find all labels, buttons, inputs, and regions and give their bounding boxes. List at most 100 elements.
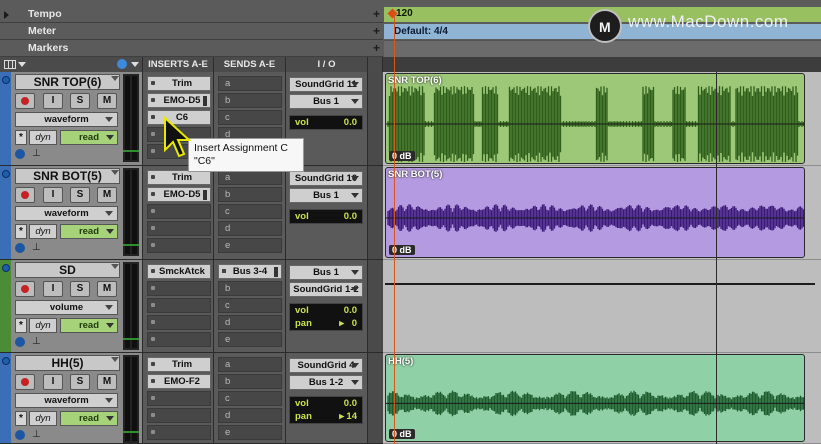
- send-slot[interactable]: d: [218, 315, 282, 330]
- send-slot[interactable]: b: [218, 281, 282, 296]
- insert-slot[interactable]: EMO-F2: [147, 374, 211, 389]
- ruler-row-meter[interactable]: Meter +: [0, 23, 383, 40]
- clip-gain[interactable]: 0 dB: [389, 245, 415, 255]
- pin-icon[interactable]: ⊥: [32, 242, 41, 253]
- insert-slot[interactable]: [147, 298, 211, 313]
- insert-bypass-icon[interactable]: [151, 413, 155, 417]
- solo-button[interactable]: S: [70, 281, 90, 297]
- volume-pan-display[interactable]: vol 0.0 pan ▸ 0: [289, 303, 363, 331]
- mute-button[interactable]: M: [97, 281, 117, 297]
- send-slot[interactable]: a: [218, 170, 282, 185]
- send-slot[interactable]: e: [218, 425, 282, 440]
- track-lane[interactable]: [383, 260, 821, 353]
- send-slot[interactable]: c: [218, 204, 282, 219]
- insert-slot[interactable]: EMO-D5: [147, 187, 211, 202]
- input-monitor-button[interactable]: I: [43, 93, 63, 109]
- track-view-selector[interactable]: waveform: [15, 393, 118, 408]
- track-lane[interactable]: HH(5) 0 dB: [383, 353, 821, 444]
- dyn-button[interactable]: dyn: [29, 130, 57, 145]
- output-selector[interactable]: Bus 1: [289, 94, 363, 109]
- automation-line[interactable]: [385, 283, 815, 285]
- insert-bypass-icon[interactable]: [151, 269, 155, 273]
- input-selector[interactable]: SoundGrid 11: [289, 77, 363, 92]
- send-slot[interactable]: e: [218, 238, 282, 253]
- track-options-icon[interactable]: [2, 264, 10, 272]
- pan-readout[interactable]: pan ▸ 14: [290, 410, 362, 423]
- star-icon[interactable]: *: [15, 318, 27, 333]
- track-view-selector[interactable]: waveform: [15, 112, 118, 127]
- insert-bypass-icon[interactable]: [151, 243, 155, 247]
- insert-slot[interactable]: [147, 281, 211, 296]
- input-selector[interactable]: Bus 1: [289, 265, 363, 280]
- solo-button[interactable]: S: [70, 374, 90, 390]
- pin-icon[interactable]: ⊥: [32, 148, 41, 159]
- volume-readout[interactable]: vol 0.0: [290, 397, 362, 410]
- send-slot[interactable]: d: [218, 408, 282, 423]
- insert-slot[interactable]: Trim: [147, 170, 211, 185]
- track-lane[interactable]: SNR TOP(6) 0 dB: [383, 72, 821, 166]
- insert-slot[interactable]: SmckAtck: [147, 264, 211, 279]
- send-slot[interactable]: b: [218, 374, 282, 389]
- insert-slot[interactable]: [147, 221, 211, 236]
- automation-mode-selector[interactable]: read: [60, 411, 118, 426]
- chevron-down-icon[interactable]: [111, 170, 119, 175]
- volume-pan-display[interactable]: vol 0.0: [289, 209, 363, 224]
- ruler-row-tempo[interactable]: Tempo +: [0, 6, 383, 23]
- automation-mode-selector[interactable]: read: [60, 130, 118, 145]
- insert-slot[interactable]: [147, 315, 211, 330]
- track-view-selector[interactable]: volume: [15, 300, 118, 315]
- input-monitor-button[interactable]: I: [43, 187, 63, 203]
- insert-bypass-icon[interactable]: [151, 396, 155, 400]
- insert-slot[interactable]: [147, 238, 211, 253]
- send-slot[interactable]: b: [218, 187, 282, 202]
- volume-readout[interactable]: vol 0.0: [290, 116, 362, 129]
- pin-icon[interactable]: ⊥: [32, 429, 41, 440]
- mute-button[interactable]: M: [97, 93, 117, 109]
- insert-bypass-icon[interactable]: [151, 362, 155, 366]
- insert-bypass-icon[interactable]: [151, 175, 155, 179]
- timebase-icon[interactable]: [15, 243, 25, 253]
- insert-slot[interactable]: Trim: [147, 357, 211, 372]
- track-view-selector[interactable]: waveform: [15, 206, 118, 221]
- ruler-timeline[interactable]: 120 Default: 4/4 M www.MacDown.com: [383, 0, 821, 57]
- audio-clip[interactable]: HH(5) 0 dB: [385, 354, 805, 442]
- volume-readout[interactable]: vol 0.0: [290, 304, 362, 317]
- chevron-down-icon[interactable]: [18, 62, 26, 67]
- track-name[interactable]: SD: [15, 262, 120, 278]
- send-slot[interactable]: c: [218, 298, 282, 313]
- timebase-icon[interactable]: [15, 430, 25, 440]
- timebase-icon[interactable]: [15, 337, 25, 347]
- insert-bypass-icon[interactable]: [151, 209, 155, 213]
- dyn-button[interactable]: dyn: [29, 224, 57, 239]
- star-icon[interactable]: *: [15, 130, 27, 145]
- insert-slot[interactable]: [147, 204, 211, 219]
- send-slot[interactable]: a: [218, 357, 282, 372]
- send-bypass-icon[interactable]: [222, 269, 226, 273]
- insert-bypass-icon[interactable]: [151, 320, 155, 324]
- audio-clip[interactable]: SNR BOT(5) 0 dB: [385, 167, 805, 258]
- insert-bypass-icon[interactable]: [151, 379, 155, 383]
- mute-button[interactable]: M: [97, 374, 117, 390]
- insert-bypass-icon[interactable]: [151, 226, 155, 230]
- timebase-icon[interactable]: [15, 149, 25, 159]
- grid-icon[interactable]: [4, 60, 16, 69]
- send-slot[interactable]: d: [218, 221, 282, 236]
- input-selector[interactable]: SoundGrid 4: [289, 358, 363, 373]
- volume-pan-display[interactable]: vol 0.0: [289, 115, 363, 130]
- send-slot[interactable]: c: [218, 391, 282, 406]
- dyn-button[interactable]: dyn: [29, 318, 57, 333]
- volume-readout[interactable]: vol 0.0: [290, 210, 362, 223]
- expand-triangle-icon[interactable]: [4, 11, 9, 19]
- record-enable-button[interactable]: [15, 187, 35, 203]
- track-name[interactable]: SNR BOT(5): [15, 168, 120, 184]
- ruler-row-markers[interactable]: Markers +: [0, 40, 383, 57]
- automation-mode-selector[interactable]: read: [60, 318, 118, 333]
- volume-pan-display[interactable]: vol 0.0 pan ▸ 14: [289, 396, 363, 424]
- track-name[interactable]: SNR TOP(6): [15, 74, 120, 90]
- chevron-down-icon[interactable]: [111, 357, 119, 362]
- output-selector[interactable]: Bus 1: [289, 188, 363, 203]
- insert-bypass-icon[interactable]: [151, 132, 155, 136]
- send-slot[interactable]: b: [218, 93, 282, 108]
- star-icon[interactable]: *: [15, 224, 27, 239]
- clip-gain[interactable]: 0 dB: [389, 429, 415, 439]
